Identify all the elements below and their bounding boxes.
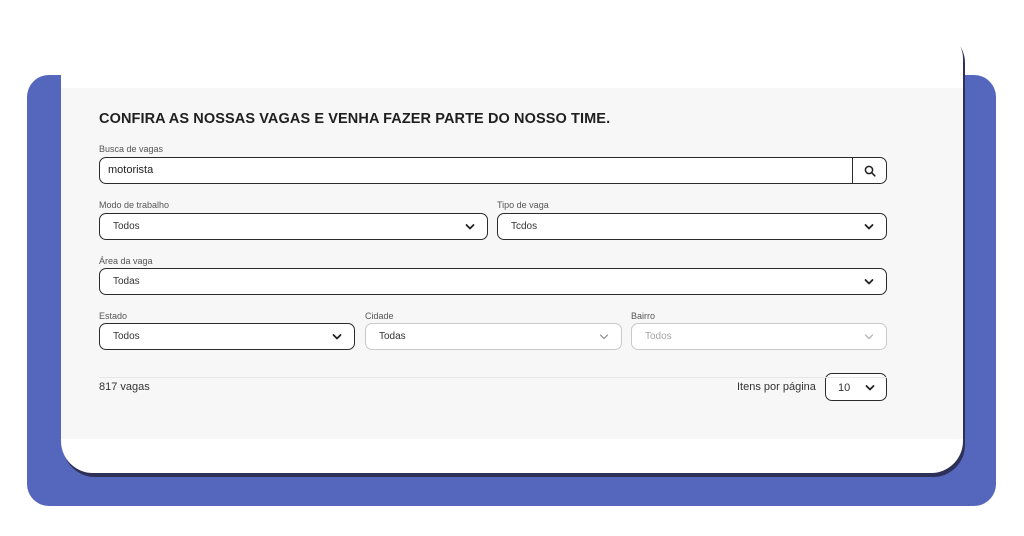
items-per-page-label: Itens por página (737, 381, 816, 393)
estado-label: Estado (99, 311, 128, 321)
chevron-down-icon (865, 385, 875, 391)
modo-trabalho-label: Modo de trabalho (99, 200, 170, 210)
tipo-vaga-label: Tipo de vaga (497, 200, 549, 210)
search-input[interactable]: motorista (99, 157, 887, 184)
cidade-value: Todas (379, 331, 406, 342)
estado-select[interactable]: Todos (99, 323, 355, 350)
search-button[interactable] (852, 158, 886, 183)
bairro-value: Todos (645, 331, 672, 342)
items-per-page-value: 10 (838, 382, 851, 394)
modo-trabalho-value: Todos (113, 221, 140, 232)
search-icon (864, 165, 876, 177)
tipo-vaga-value: Tcdos (511, 221, 538, 232)
chevron-down-icon (864, 334, 874, 340)
chevron-down-icon (864, 224, 874, 230)
modo-trabalho-select[interactable]: Todos (99, 213, 488, 240)
content-card: CONFIRA AS NOSSAS VAGAS E VENHA FAZER PA… (61, 27, 963, 473)
results-count: 817 vagas (99, 381, 150, 393)
chevron-down-icon (332, 334, 342, 340)
search-input-value: motorista (108, 164, 154, 176)
bairro-label: Bairro (631, 311, 656, 321)
chevron-down-icon (465, 224, 475, 230)
tipo-vaga-select[interactable]: Tcdos (497, 213, 887, 240)
area-vaga-label: Área da vaga (99, 256, 153, 266)
estado-value: Todos (113, 331, 140, 342)
area-vaga-select[interactable]: Todas (99, 268, 887, 295)
chevron-down-icon (864, 279, 874, 285)
cidade-select[interactable]: Todas (365, 323, 622, 350)
area-vaga-value: Todas (113, 276, 140, 287)
cidade-label: Cidade (365, 311, 394, 321)
search-label: Busca de vagas (99, 144, 164, 154)
bairro-select[interactable]: Todos (631, 323, 887, 350)
page-title: CONFIRA AS NOSSAS VAGAS E VENHA FAZER PA… (99, 111, 611, 127)
panel-divider (99, 377, 887, 378)
chevron-down-icon (599, 334, 609, 340)
